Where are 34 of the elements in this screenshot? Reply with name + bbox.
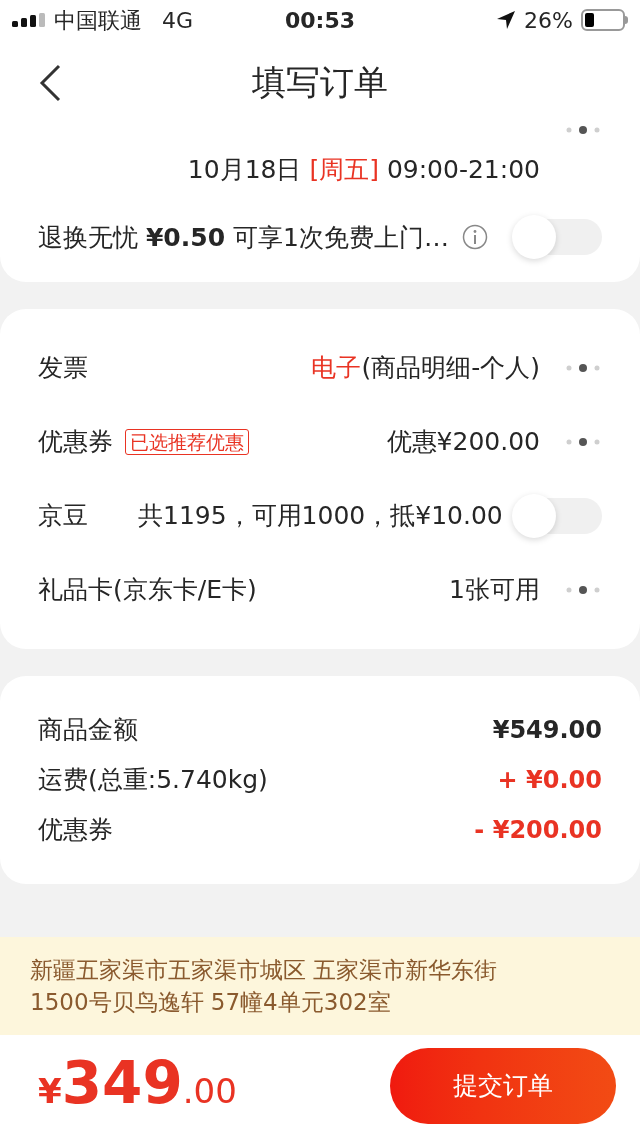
more-icon[interactable]	[564, 437, 602, 447]
summary-value: + ¥0.00	[497, 765, 602, 796]
option-value[interactable]: 1张可用	[449, 571, 540, 609]
summary-value: ¥549.00	[492, 715, 602, 746]
page-title: 填写订单	[252, 61, 388, 104]
clock: 00:53	[285, 6, 355, 35]
carrier-name: 中国联通	[54, 6, 142, 35]
summary-value: - ¥200.00	[474, 815, 602, 846]
back-icon[interactable]	[38, 63, 62, 102]
battery-icon	[581, 9, 628, 31]
more-icon[interactable]	[564, 125, 602, 135]
summary-label: 运费(总重:5.740kg)	[38, 764, 268, 797]
option-label: 礼品卡(京东卡/E卡)	[38, 574, 257, 607]
more-icon[interactable]	[564, 585, 602, 595]
recommend-tag: 已选推荐优惠	[125, 429, 249, 455]
jingdou-detail: 共1195，可用1000，抵¥10.00	[138, 500, 504, 533]
signal-icon	[12, 13, 46, 27]
location-arrow-icon	[496, 10, 517, 30]
info-icon[interactable]	[462, 224, 488, 251]
delivery-time: 10月18日 [周五] 09:00-21:00	[187, 154, 540, 186]
battery-percent: 26%	[524, 6, 573, 35]
option-label: 优惠券	[38, 426, 113, 459]
option-label: 发票	[38, 352, 88, 385]
summary-label: 商品金额	[38, 714, 138, 747]
return-service-text: 退换无忧 ¥0.50 可享1次免费上门…	[38, 221, 450, 254]
submit-order-button[interactable]: 提交订单	[390, 1047, 616, 1124]
option-label: 京豆	[38, 500, 88, 533]
summary-label: 优惠券	[38, 814, 113, 847]
option-value[interactable]: 优惠¥200.00	[386, 423, 540, 461]
address-text: 新疆五家渠市五家渠市城区 五家渠市新华东街 1500号贝鸟逸轩 57幢4单元302室	[30, 956, 498, 1017]
network-type: 4G	[162, 6, 194, 35]
total-price: ¥349.00	[38, 1054, 237, 1117]
more-icon[interactable]	[564, 363, 602, 373]
option-value[interactable]: 电子(商品明细-个人)	[311, 349, 540, 387]
